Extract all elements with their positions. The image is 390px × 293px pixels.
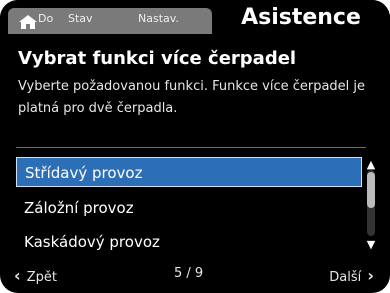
chevron-left-icon: ‹ [14, 266, 21, 285]
header: Do Stav Nastav. Asistence [0, 0, 390, 36]
scrollbar[interactable]: ▲ ▼ [364, 159, 378, 250]
next-label: Další [329, 270, 362, 285]
options-list: Střídavý provoz Záložní provoz Kaskádový… [16, 157, 362, 261]
chevron-right-icon: › [367, 266, 374, 285]
divider [16, 147, 366, 148]
page-description: Vyberte požadovanou funkci. Funkce více … [18, 79, 366, 116]
chevron-down-icon[interactable]: ▼ [364, 239, 378, 250]
scroll-thumb[interactable] [367, 172, 375, 208]
device-screen: Do Stav Nastav. Asistence Vybrat funkci … [0, 0, 390, 293]
tab-bar: Do Stav Nastav. [8, 8, 212, 34]
back-button[interactable]: ‹ Zpět [14, 266, 57, 285]
tab-assist[interactable]: Asistence [212, 0, 390, 36]
list-item-kaskadovy[interactable]: Kaskádový provoz [16, 227, 362, 257]
footer: ‹ Zpět 5 / 9 Další › [0, 262, 390, 293]
list-item-stridavy[interactable]: Střídavý provoz [16, 157, 362, 187]
tab-home-label: Do [38, 12, 54, 25]
home-icon [19, 15, 37, 29]
next-button[interactable]: Další › [329, 266, 374, 285]
back-label: Zpět [26, 270, 57, 285]
tab-settings[interactable]: Nastav. [138, 12, 179, 25]
tab-status[interactable]: Stav [68, 12, 93, 25]
page-indicator: 5 / 9 [174, 266, 204, 281]
page-title: Vybrat funkci více čerpadel [18, 48, 297, 69]
chevron-up-icon[interactable]: ▲ [364, 159, 378, 170]
list-item-zalozni[interactable]: Záložní provoz [16, 193, 362, 223]
